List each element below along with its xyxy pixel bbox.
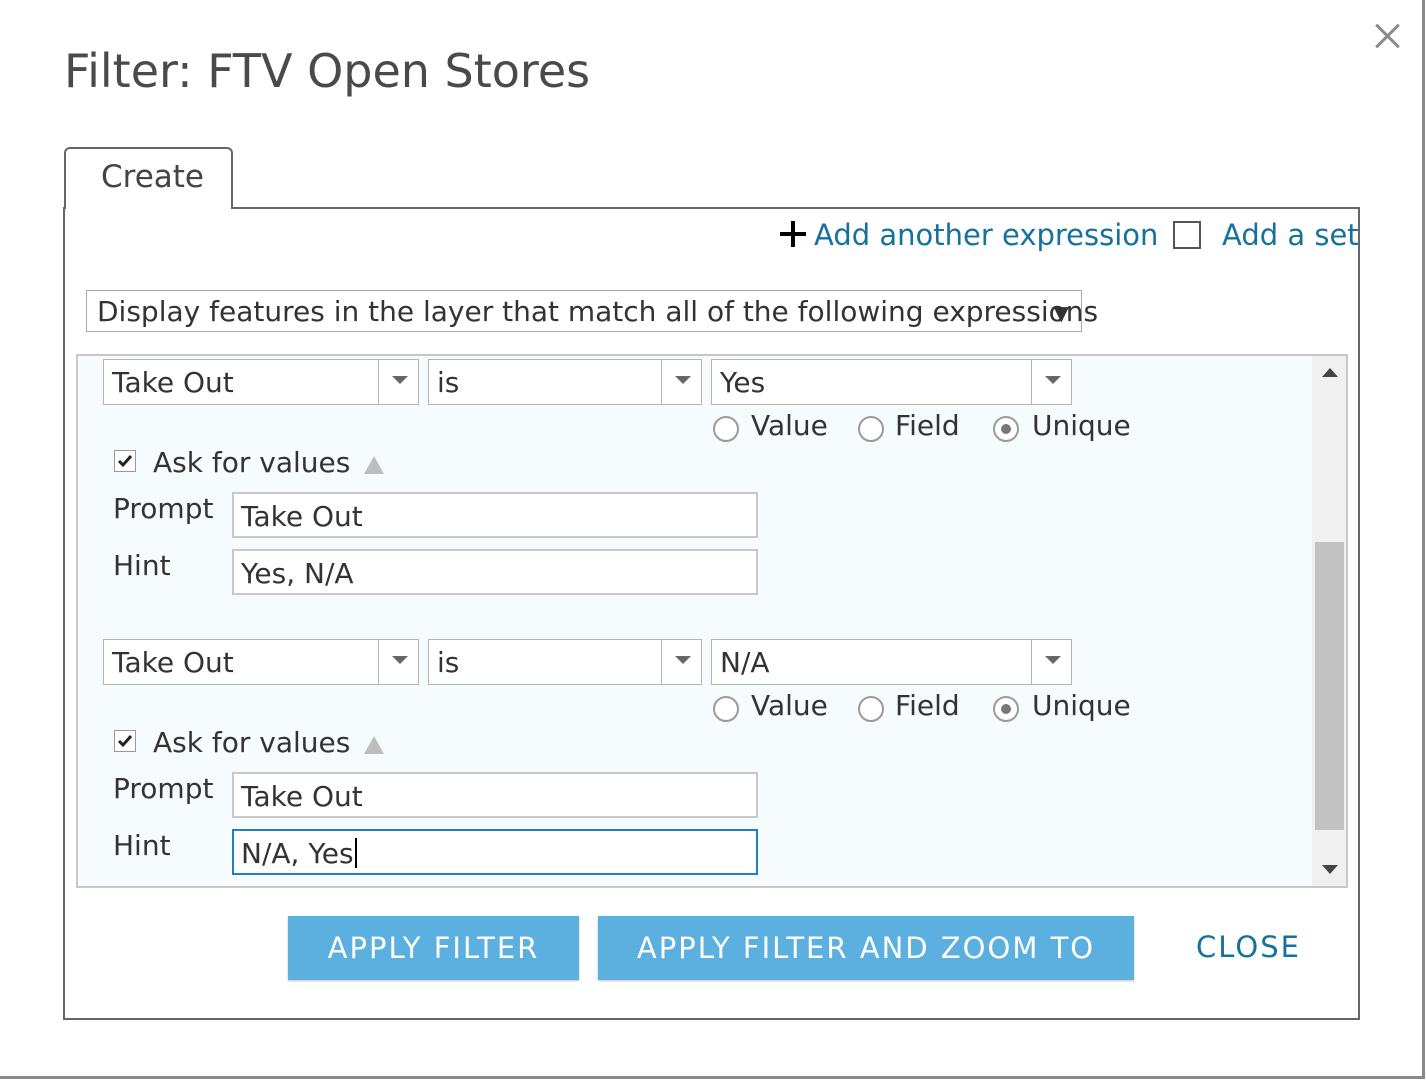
radio-unique[interactable] xyxy=(993,696,1019,722)
dropdown-arrow-icon: ▼ xyxy=(1053,301,1069,325)
filter-dialog: Filter: FTV Open Stores Create Add anoth… xyxy=(0,0,1425,1079)
radio-value[interactable] xyxy=(713,416,739,442)
chevron-down-icon[interactable] xyxy=(661,360,701,404)
prompt-input[interactable]: Take Out xyxy=(232,772,758,818)
value-select[interactable]: N/A xyxy=(711,639,1072,685)
radio-field-label: Field xyxy=(895,689,960,722)
value-select[interactable]: Yes xyxy=(711,359,1072,405)
chevron-down-icon[interactable] xyxy=(378,360,418,404)
hint-input[interactable]: Yes, N/A xyxy=(232,549,758,595)
chevron-down-icon[interactable] xyxy=(378,640,418,684)
collapse-triangle-icon[interactable] xyxy=(364,736,384,754)
prompt-input[interactable]: Take Out xyxy=(232,492,758,538)
radio-unique[interactable] xyxy=(993,416,1019,442)
plus-icon xyxy=(780,221,806,247)
prompt-label: Prompt xyxy=(113,772,214,805)
apply-filter-zoom-button[interactable]: APPLY FILTER AND ZOOM TO xyxy=(598,916,1134,980)
match-mode-value: Display features in the layer that match… xyxy=(97,295,1099,328)
checkmark-icon xyxy=(117,455,133,468)
text-caret xyxy=(354,838,357,868)
chevron-down-icon[interactable] xyxy=(1031,360,1071,404)
add-set-checkbox[interactable] xyxy=(1173,221,1201,249)
collapse-triangle-icon[interactable] xyxy=(364,456,384,474)
add-expression-label: Add another expression xyxy=(814,218,1159,252)
scrollbar[interactable] xyxy=(1312,356,1346,886)
tab-create[interactable]: Create xyxy=(64,147,233,209)
radio-value-label: Value xyxy=(751,409,828,442)
close-icon[interactable] xyxy=(1370,18,1406,54)
ask-for-values-label: Ask for values xyxy=(153,726,351,759)
checkmark-icon xyxy=(117,735,133,748)
operator-select[interactable]: is xyxy=(428,359,702,405)
scroll-down-icon[interactable] xyxy=(1322,865,1338,874)
add-set-label[interactable]: Add a set xyxy=(1222,218,1359,252)
chevron-down-icon[interactable] xyxy=(1031,640,1071,684)
value-select-value: N/A xyxy=(720,646,770,679)
ask-for-values-checkbox[interactable] xyxy=(114,450,136,472)
hint-input-value: N/A, Yes xyxy=(241,837,354,870)
apply-filter-button[interactable]: APPLY FILTER xyxy=(288,916,579,980)
radio-field[interactable] xyxy=(858,696,884,722)
operator-select-value: is xyxy=(437,366,460,399)
field-select-value: Take Out xyxy=(112,366,234,399)
match-mode-select[interactable]: Display features in the layer that match… xyxy=(86,290,1098,332)
field-select[interactable]: Take Out xyxy=(103,639,419,685)
radio-field[interactable] xyxy=(858,416,884,442)
ask-for-values-checkbox[interactable] xyxy=(114,730,136,752)
radio-value-label: Value xyxy=(751,689,828,722)
chevron-down-icon[interactable] xyxy=(661,640,701,684)
dialog-title: Filter: FTV Open Stores xyxy=(64,44,591,98)
scroll-up-icon[interactable] xyxy=(1322,368,1338,377)
radio-field-label: Field xyxy=(895,409,960,442)
hint-label: Hint xyxy=(113,549,171,582)
add-expression-link[interactable]: Add another expression xyxy=(780,218,1158,252)
operator-select-value: is xyxy=(437,646,460,679)
field-select[interactable]: Take Out xyxy=(103,359,419,405)
radio-unique-label: Unique xyxy=(1032,689,1131,722)
operator-select[interactable]: is xyxy=(428,639,702,685)
scroll-thumb[interactable] xyxy=(1315,542,1344,830)
prompt-label: Prompt xyxy=(113,492,214,525)
radio-unique-label: Unique xyxy=(1032,409,1131,442)
close-button[interactable]: CLOSE xyxy=(1196,930,1301,964)
hint-input-focused[interactable]: N/A, Yes xyxy=(232,829,758,875)
ask-for-values-label: Ask for values xyxy=(153,446,351,479)
hint-label: Hint xyxy=(113,829,171,862)
radio-value[interactable] xyxy=(713,696,739,722)
expressions-list[interactable]: Take Out is Yes Value Field Unique Ask f… xyxy=(76,354,1348,888)
value-select-value: Yes xyxy=(720,366,766,399)
field-select-value: Take Out xyxy=(112,646,234,679)
